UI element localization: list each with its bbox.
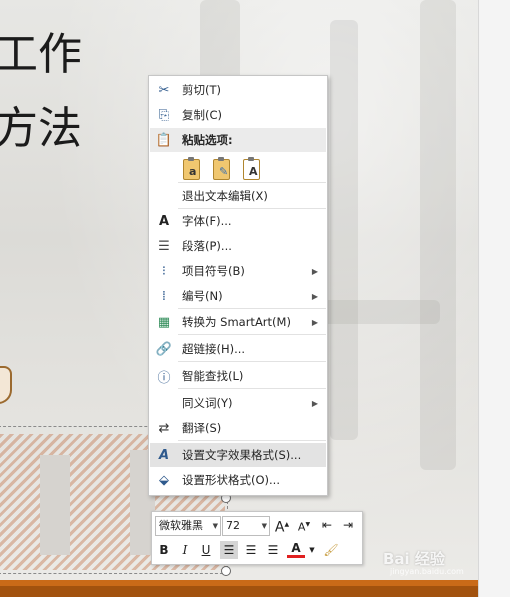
align-center-icon[interactable]: ☰ xyxy=(242,541,260,559)
paste-text-only-button[interactable]: A xyxy=(241,156,261,180)
menu-item-label: 转换为 SmartArt(M) xyxy=(182,315,291,329)
text-effects-icon: A xyxy=(158,447,170,463)
menu-item-synonyms[interactable]: 同义词(Y) ▶ xyxy=(150,391,326,415)
chevron-down-icon: ▼ xyxy=(261,522,267,530)
footer-accent-bar xyxy=(0,580,478,597)
menu-separator xyxy=(178,440,326,441)
menu-item-label: 退出文本编辑(X) xyxy=(182,189,268,203)
italic-button[interactable]: I xyxy=(176,541,194,559)
menu-separator xyxy=(178,361,326,362)
scissors-icon: ✂ xyxy=(158,82,170,98)
menu-item-label: 设置形状格式(O)... xyxy=(182,473,280,487)
increase-indent-icon[interactable]: ⇥ xyxy=(339,516,357,534)
chevron-down-icon[interactable]: ▼ xyxy=(307,541,317,559)
decrease-indent-icon[interactable]: ⇤ xyxy=(318,516,336,534)
menu-item-label: 智能查找(L) xyxy=(182,369,244,383)
scroll-area[interactable] xyxy=(478,0,510,597)
shape-format-icon: ⬙ xyxy=(159,472,169,488)
underline-button[interactable]: U xyxy=(197,541,215,559)
submenu-arrow-icon: ▶ xyxy=(311,291,318,301)
font-icon: A xyxy=(158,213,170,229)
font-color-button[interactable]: A xyxy=(287,541,305,558)
translate-icon: ⇄ xyxy=(158,420,170,436)
pencil-icon: ✎ xyxy=(219,165,229,178)
menu-item-label: 粘贴选项: xyxy=(182,133,233,147)
menu-separator xyxy=(178,182,326,183)
menu-item-copy[interactable]: ⎘ 复制(C) xyxy=(150,103,326,127)
paste-option-glyph: A xyxy=(249,165,258,178)
paragraph-icon: ☰ xyxy=(158,238,170,254)
shrink-font-button[interactable]: A▼ xyxy=(295,516,313,534)
bold-button[interactable]: B xyxy=(155,541,173,559)
menu-item-label: 字体(F)... xyxy=(182,214,232,228)
menu-header-paste-options: 📋 粘贴选项: xyxy=(150,128,326,152)
menu-item-bullets[interactable]: ⁝ 项目符号(B) ▶ xyxy=(150,259,326,283)
resize-handle[interactable] xyxy=(221,566,231,576)
numbering-icon: ⁞ xyxy=(161,288,167,304)
copy-icon: ⎘ xyxy=(158,107,170,123)
align-right-icon[interactable]: ☰ xyxy=(264,541,282,559)
paste-picture-button[interactable]: ✎ xyxy=(211,156,231,180)
watermark-logo: Bai 经验 xyxy=(383,550,445,568)
menu-item-paragraph[interactable]: ☰ 段落(P)... xyxy=(150,234,326,258)
menu-item-translate[interactable]: ⇄ 翻译(S) xyxy=(150,416,326,440)
background-texture xyxy=(330,20,358,440)
menu-item-cut[interactable]: ✂ 剪切(T) xyxy=(150,78,326,102)
menu-separator xyxy=(178,308,326,309)
paste-options-row: a ✎ A xyxy=(181,156,261,180)
menu-item-exit-text-edit[interactable]: 退出文本编辑(X) xyxy=(150,184,326,208)
menu-item-label: 段落(P)... xyxy=(182,239,232,253)
font-name-value: 微软雅黑 xyxy=(159,519,203,532)
smartart-icon: ▦ xyxy=(157,314,171,330)
paste-icon: 📋 xyxy=(155,132,173,148)
menu-item-hyperlink[interactable]: 🔗 超链接(H)... xyxy=(150,337,326,361)
menu-item-label: 复制(C) xyxy=(182,108,223,122)
chevron-down-icon: ▼ xyxy=(212,522,218,530)
menu-item-format-shape[interactable]: ⬙ 设置形状格式(O)... xyxy=(150,468,326,492)
menu-item-font[interactable]: A 字体(F)... xyxy=(150,209,326,233)
font-size-value: 72 xyxy=(226,519,240,532)
context-menu: ✂ 剪切(T) ⎘ 复制(C) 📋 粘贴选项: a ✎ A 退出文本编辑(X) … xyxy=(148,75,328,496)
menu-item-label: 同义词(Y) xyxy=(182,396,233,410)
menu-item-label: 翻译(S) xyxy=(182,421,222,435)
menu-item-label: 超链接(H)... xyxy=(182,342,246,356)
menu-item-convert-smartart[interactable]: ▦ 转换为 SmartArt(M) ▶ xyxy=(150,310,326,334)
menu-item-label: 剪切(T) xyxy=(182,83,221,97)
menu-item-format-text-effects[interactable]: A 设置文字效果格式(S)... xyxy=(150,443,326,467)
shield-icon xyxy=(0,366,12,404)
submenu-arrow-icon: ▶ xyxy=(311,266,318,276)
submenu-arrow-icon: ▶ xyxy=(311,398,318,408)
paste-keep-source-button[interactable]: a xyxy=(181,156,201,180)
menu-item-label: 项目符号(B) xyxy=(182,264,245,278)
slide-title-line2[interactable]: 方法 xyxy=(0,92,82,156)
grow-font-button[interactable]: A▲ xyxy=(273,516,291,536)
mini-toolbar: 微软雅黑 ▼ 72 ▼ A▲ A▼ ⇤ ⇥ B I U ☰ ☰ ☰ A ▼ 🖌 xyxy=(151,511,363,565)
hyperlink-icon: 🔗 xyxy=(155,341,173,357)
align-left-icon[interactable]: ☰ xyxy=(220,541,238,559)
font-name-combo[interactable]: 微软雅黑 ▼ xyxy=(155,516,221,536)
smart-lookup-icon: ⓘ xyxy=(157,370,171,386)
background-texture xyxy=(420,0,456,470)
menu-item-label: 编号(N) xyxy=(182,289,223,303)
menu-item-label: 设置文字效果格式(S)... xyxy=(182,448,302,462)
font-size-combo[interactable]: 72 ▼ xyxy=(222,516,270,536)
paste-option-glyph: a xyxy=(189,165,197,178)
menu-item-smart-lookup[interactable]: ⓘ 智能查找(L) xyxy=(150,364,326,388)
bullets-icon: ⁝ xyxy=(161,263,167,279)
format-painter-icon[interactable]: 🖌 xyxy=(322,541,340,559)
menu-separator xyxy=(178,388,326,389)
menu-separator xyxy=(178,334,326,335)
menu-item-numbering[interactable]: ⁞ 编号(N) ▶ xyxy=(150,284,326,308)
submenu-arrow-icon: ▶ xyxy=(311,317,318,327)
slide-title-line1[interactable]: 工作 xyxy=(0,18,82,82)
watermark-url: jingyan.baidu.com xyxy=(390,567,464,576)
